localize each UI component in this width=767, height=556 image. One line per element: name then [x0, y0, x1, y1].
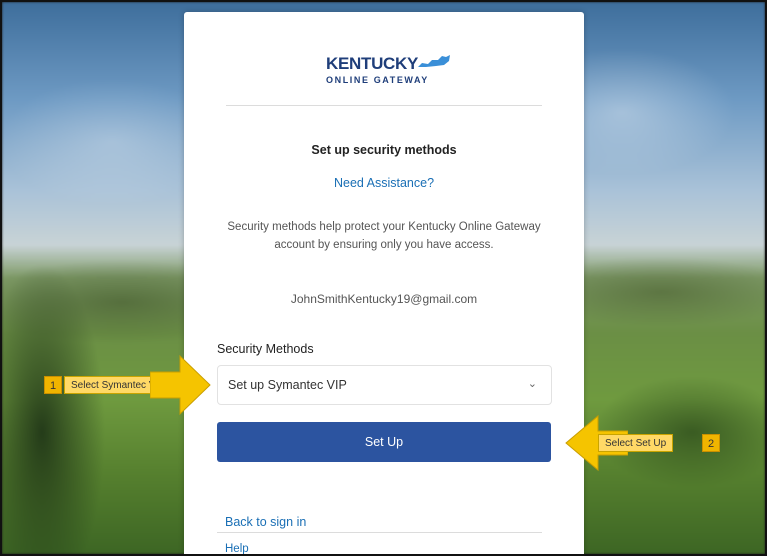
login-card: KENTUCKY ONLINE GATEWAY Set up security … [184, 12, 584, 554]
header-divider [226, 105, 542, 106]
need-assistance-link[interactable]: Need Assistance? [184, 176, 584, 190]
security-description: Security methods help protect your Kentu… [227, 221, 541, 251]
user-email: JohnSmithKentucky19@gmail.com [290, 292, 478, 306]
kentucky-state-icon [418, 55, 450, 67]
logo-subtitle: ONLINE GATEWAY [326, 75, 429, 85]
kentucky-logo: KENTUCKY ONLINE GATEWAY [324, 54, 454, 98]
security-method-select[interactable]: Set up Symantec VIP ⌄ [217, 365, 552, 405]
help-link[interactable]: Help [225, 543, 249, 554]
screenshot-frame: KENTUCKY ONLINE GATEWAY Set up security … [0, 0, 767, 556]
step1-arrow-icon [150, 354, 211, 416]
footer-divider [217, 532, 542, 533]
step2-callout: Select Set Up [598, 434, 674, 452]
chevron-down-icon: ⌄ [527, 378, 537, 390]
logo-title: KENTUCKY [326, 54, 419, 73]
security-methods-label: Security Methods [217, 342, 314, 356]
step1-number-badge: 1 [44, 376, 62, 394]
set-up-button[interactable]: Set Up [217, 422, 551, 462]
step2-number-badge: 2 [702, 434, 720, 452]
back-to-sign-in-link[interactable]: Back to sign in [225, 515, 306, 529]
selected-method-value: Set up Symantec VIP [228, 378, 347, 392]
page-title: Set up security methods [311, 143, 457, 157]
